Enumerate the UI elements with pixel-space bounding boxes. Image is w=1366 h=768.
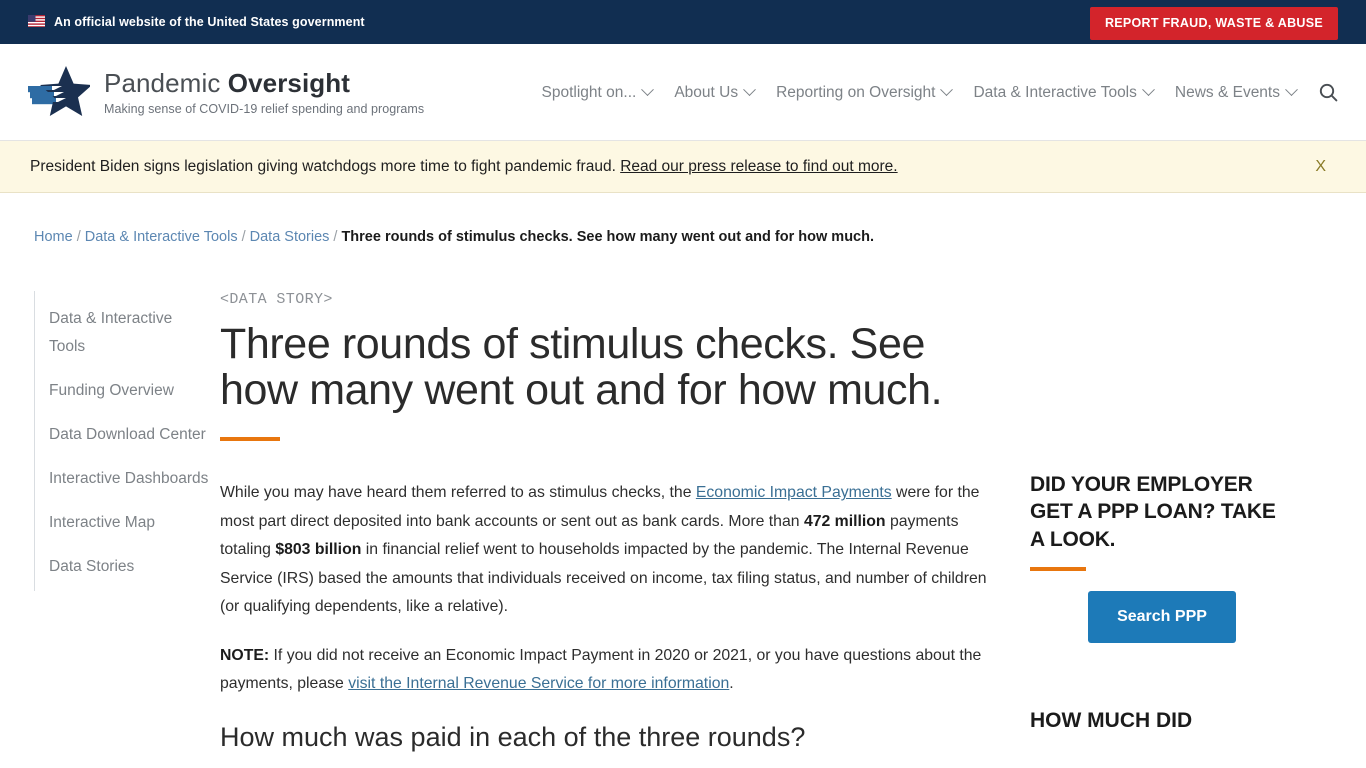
breadcrumb-separator: /: [241, 229, 246, 245]
breadcrumb-separator: /: [333, 229, 338, 245]
sidebar-item-funding-overview[interactable]: Funding Overview: [35, 377, 220, 405]
search-ppp-button[interactable]: Search PPP: [1088, 590, 1236, 643]
paragraph-text: .: [729, 675, 734, 693]
government-banner: An official website of the United States…: [0, 0, 1366, 44]
content-type-label: <DATA STORY>: [220, 291, 333, 308]
alert-message: President Biden signs legislation giving…: [30, 157, 621, 175]
breadcrumb-item-home[interactable]: Home: [34, 229, 73, 245]
sidebar-item-interactive-map[interactable]: Interactive Map: [35, 509, 220, 537]
breadcrumb-item-data-stories[interactable]: Data Stories: [250, 229, 330, 245]
report-fraud-button[interactable]: REPORT FRAUD, WASTE & ABUSE: [1089, 7, 1338, 40]
chevron-down-icon: [940, 83, 954, 97]
sidebar-item-interactive-dashboards[interactable]: Interactive Dashboards: [35, 465, 220, 493]
nav-item-label: About Us: [674, 83, 739, 101]
note-label: NOTE:: [220, 646, 270, 664]
breadcrumb-item-current: Three rounds of stimulus checks. See how…: [341, 229, 875, 245]
site-brand[interactable]: Pandemic Oversight Making sense of COVID…: [28, 64, 424, 120]
sidebar-item-data-interactive-tools[interactable]: Data & Interactive Tools: [35, 305, 220, 361]
promo-accent-rule: [1030, 566, 1086, 571]
nav-item-data-interactive-tools[interactable]: Data & Interactive Tools: [962, 83, 1163, 102]
nav-item-label: Reporting on Oversight: [776, 83, 936, 101]
irs-more-information-link[interactable]: visit the Internal Revenue Service for m…: [348, 675, 729, 692]
nav-item-label: Spotlight on...: [541, 83, 637, 101]
nav-item-reporting-on-oversight[interactable]: Reporting on Oversight: [765, 83, 962, 102]
page-body: Data & Interactive Tools Funding Overvie…: [0, 245, 1366, 754]
close-icon[interactable]: X: [1309, 157, 1332, 177]
chevron-down-icon: [1285, 83, 1298, 97]
sidebar-item-data-download-center[interactable]: Data Download Center: [35, 421, 220, 449]
payments-total: $803 billion: [275, 541, 362, 559]
section-heading-rounds: How much was paid in each of the three r…: [220, 721, 806, 752]
page-title: Three rounds of stimulus checks. See how…: [220, 320, 943, 414]
right-sidebar: DID YOUR EMPLOYER GET A PPP LOAN? TAKE A…: [1030, 291, 1320, 754]
paragraph-text: While you may have heard them referred t…: [220, 484, 696, 502]
nav-item-spotlight[interactable]: Spotlight on...: [531, 83, 664, 102]
site-header: Pandemic Oversight Making sense of COVID…: [0, 44, 1366, 141]
nav-item-news-events[interactable]: News & Events: [1164, 83, 1307, 102]
payments-count: 472 million: [803, 512, 886, 530]
chevron-down-icon: [1142, 83, 1155, 97]
economic-impact-payments-link[interactable]: Economic Impact Payments: [696, 484, 892, 501]
nav-item-label: News & Events: [1174, 83, 1280, 101]
sidebar-item-data-stories[interactable]: Data Stories: [35, 553, 220, 581]
us-flag-icon: [28, 15, 45, 29]
breadcrumb-item-data-interactive-tools[interactable]: Data & Interactive Tools: [85, 229, 238, 245]
breadcrumb-separator: /: [76, 229, 81, 245]
site-tagline: Making sense of COVID-19 relief spending…: [104, 102, 425, 117]
promo-heading-how-much: HOW MUCH DID: [1030, 708, 1193, 732]
note-paragraph: NOTE: If you did not receive an Economic…: [220, 642, 990, 699]
site-title: Pandemic Oversight: [104, 67, 351, 98]
chevron-down-icon: [641, 83, 655, 97]
breadcrumb: Home / Data & Interactive Tools / Data Stori…: [0, 193, 1366, 245]
alert-banner-text: President Biden signs legislation giving…: [30, 158, 898, 176]
title-accent-rule: [220, 437, 280, 442]
sidebar-navigation: Data & Interactive Tools Funding Overvie…: [34, 291, 220, 591]
nav-item-about-us[interactable]: About Us: [663, 83, 765, 102]
alert-banner: President Biden signs legislation giving…: [0, 141, 1366, 193]
main-content: <DATA STORY> Three rounds of stimulus ch…: [220, 291, 1030, 754]
alert-link[interactable]: Read our press release to find out more.: [620, 158, 897, 175]
government-banner-text: An official website of the United States…: [54, 15, 365, 29]
nav-item-label: Data & Interactive Tools: [973, 83, 1137, 101]
left-sidebar: Data & Interactive Tools Funding Overvie…: [0, 291, 220, 754]
intro-paragraph: While you may have heard them referred t…: [220, 479, 990, 622]
chevron-down-icon: [743, 83, 756, 97]
main-navigation: Spotlight on... About Us Reporting on Ov…: [531, 44, 1338, 141]
pandemic-oversight-star-logo-icon: [28, 64, 92, 120]
search-icon[interactable]: [1319, 83, 1338, 102]
promo-heading-ppp: DID YOUR EMPLOYER GET A PPP LOAN? TAKE A…: [1030, 473, 1276, 551]
